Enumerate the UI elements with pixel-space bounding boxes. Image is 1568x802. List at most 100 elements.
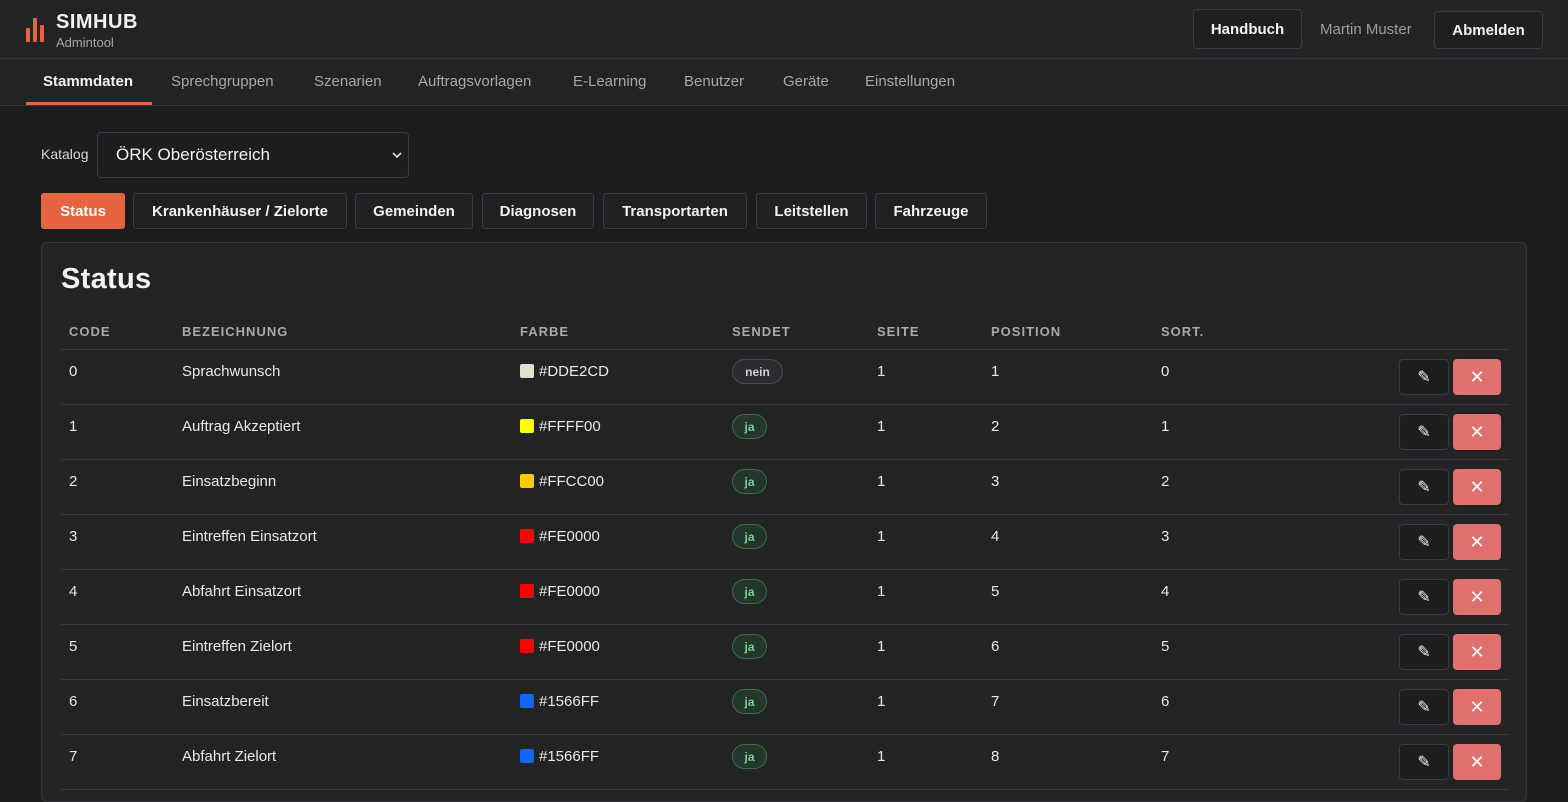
manual-button[interactable]: Handbuch [1193, 9, 1302, 49]
brand-title: SIMHUB [56, 11, 138, 33]
color-swatch [520, 419, 534, 433]
logo-bars-icon [26, 18, 44, 42]
column-header-sends: SENDET [732, 324, 791, 339]
pencil-icon: ✎ [1417, 644, 1431, 661]
subtab-fahrzeuge[interactable]: Fahrzeuge [875, 193, 987, 229]
cell-position: 5 [991, 583, 1000, 600]
tab-stammdaten[interactable]: Stammdaten [43, 73, 133, 90]
cell-position: 1 [991, 363, 1000, 380]
catalog-select[interactable]: ÖRK Oberösterreich [97, 132, 409, 178]
table-row: 4 Abfahrt Einsatzort #FE0000 ja 1 5 4 ✎ ✕ [61, 570, 1509, 625]
color-swatch [520, 529, 534, 543]
cell-color-hex: #FE0000 [539, 528, 600, 545]
sends-badge: ja [732, 634, 767, 659]
cell-position: 2 [991, 418, 1000, 435]
edit-button[interactable]: ✎ [1399, 359, 1449, 395]
color-swatch [520, 584, 534, 598]
sends-badge: ja [732, 689, 767, 714]
delete-button[interactable]: ✕ [1453, 689, 1501, 725]
pencil-icon: ✎ [1417, 589, 1431, 606]
cell-color-hex: #1566FF [539, 748, 600, 765]
color-swatch [520, 474, 534, 488]
cell-name: Einsatzbereit [182, 693, 269, 710]
edit-button[interactable]: ✎ [1399, 634, 1449, 670]
tab-auftragsvorlagen[interactable]: Auftragsvorlagen [418, 73, 531, 90]
cell-name: Sprachwunsch [182, 363, 281, 380]
tab-benutzer[interactable]: Benutzer [684, 73, 744, 90]
table-row: 0 Sprachwunsch #DDE2CD nein 1 1 0 ✎ ✕ [61, 350, 1509, 405]
cell-name: Einsatzbeginn [182, 473, 277, 490]
pencil-icon: ✎ [1417, 424, 1431, 441]
close-icon: ✕ [1469, 641, 1485, 662]
close-icon: ✕ [1469, 751, 1485, 772]
table-row: 6 Einsatzbereit #1566FF ja 1 7 6 ✎ ✕ [61, 680, 1509, 735]
close-icon: ✕ [1469, 476, 1485, 497]
delete-button[interactable]: ✕ [1453, 524, 1501, 560]
cell-name: Eintreffen Einsatzort [182, 528, 317, 545]
cell-sort: 2 [1161, 473, 1170, 490]
cell-code: 4 [69, 583, 78, 600]
main-nav: Stammdaten Sprechgruppen Szenarien Auftr… [0, 59, 1568, 106]
logout-button[interactable]: Abmelden [1434, 11, 1543, 49]
edit-button[interactable]: ✎ [1399, 744, 1449, 780]
edit-button[interactable]: ✎ [1399, 469, 1449, 505]
cell-sort: 0 [1161, 363, 1170, 380]
subtab-leitstellen[interactable]: Leitstellen [756, 193, 867, 229]
cell-page: 1 [877, 418, 886, 435]
edit-button[interactable]: ✎ [1399, 524, 1449, 560]
cell-name: Abfahrt Zielort [182, 748, 277, 765]
sends-badge: ja [732, 469, 767, 494]
table-row: 7 Abfahrt Zielort #1566FF ja 1 8 7 ✎ ✕ [61, 735, 1509, 790]
cell-position: 6 [991, 638, 1000, 655]
status-card: Status CODE BEZEICHNUNG FARBE SENDET SEI… [41, 242, 1527, 802]
cell-position: 8 [991, 748, 1000, 765]
pencil-icon: ✎ [1417, 534, 1431, 551]
sends-badge: ja [732, 524, 767, 549]
cell-name: Eintreffen Zielort [182, 638, 292, 655]
chevron-down-icon [392, 152, 402, 159]
delete-button[interactable]: ✕ [1453, 469, 1501, 505]
table-row: 3 Eintreffen Einsatzort #FE0000 ja 1 4 3 ✎ ✕ [61, 515, 1509, 570]
delete-button[interactable]: ✕ [1453, 579, 1501, 615]
subtab-diagnosen[interactable]: Diagnosen [482, 193, 594, 229]
delete-button[interactable]: ✕ [1453, 634, 1501, 670]
subtab-transportarten[interactable]: Transportarten [603, 193, 747, 229]
tab-geraete[interactable]: Geräte [783, 73, 829, 90]
cell-page: 1 [877, 693, 886, 710]
cell-color-hex: #FFCC00 [539, 473, 605, 490]
pencil-icon: ✎ [1417, 754, 1431, 771]
pencil-icon: ✎ [1417, 369, 1431, 386]
tab-einstellungen[interactable]: Einstellungen [865, 73, 955, 90]
tab-sprechgruppen[interactable]: Sprechgruppen [171, 73, 274, 90]
cell-page: 1 [877, 638, 886, 655]
cell-color-hex: #FFFF00 [539, 418, 601, 435]
delete-button[interactable]: ✕ [1453, 414, 1501, 450]
cell-code: 7 [69, 748, 78, 765]
subtab-gemeinden[interactable]: Gemeinden [355, 193, 473, 229]
cell-name: Abfahrt Einsatzort [182, 583, 302, 600]
cell-sort: 7 [1161, 748, 1170, 765]
subtab-krankenhaeuser[interactable]: Krankenhäuser / Zielorte [133, 193, 347, 229]
edit-button[interactable]: ✎ [1399, 414, 1449, 450]
table-row: 1 Auftrag Akzeptiert #FFFF00 ja 1 2 1 ✎ ✕ [61, 405, 1509, 460]
brand-subtitle: Admintool [56, 35, 114, 50]
pencil-icon: ✎ [1417, 699, 1431, 716]
edit-button[interactable]: ✎ [1399, 579, 1449, 615]
cell-code: 0 [69, 363, 78, 380]
cell-color-hex: #FE0000 [539, 583, 600, 600]
tab-e-learning[interactable]: E-Learning [573, 73, 646, 90]
table-row: 5 Eintreffen Zielort #FE0000 ja 1 6 5 ✎ ✕ [61, 625, 1509, 680]
catalog-selected-value: ÖRK Oberösterreich [116, 145, 270, 164]
sends-badge: ja [732, 579, 767, 604]
delete-button[interactable]: ✕ [1453, 744, 1501, 780]
column-header-name: BEZEICHNUNG [182, 324, 289, 339]
cell-position: 4 [991, 528, 1000, 545]
tab-szenarien[interactable]: Szenarien [314, 73, 382, 90]
cell-sort: 6 [1161, 693, 1170, 710]
edit-button[interactable]: ✎ [1399, 689, 1449, 725]
subtab-status[interactable]: Status [41, 193, 125, 229]
user-name: Martin Muster [1320, 21, 1412, 38]
delete-button[interactable]: ✕ [1453, 359, 1501, 395]
cell-page: 1 [877, 473, 886, 490]
cell-code: 2 [69, 473, 78, 490]
